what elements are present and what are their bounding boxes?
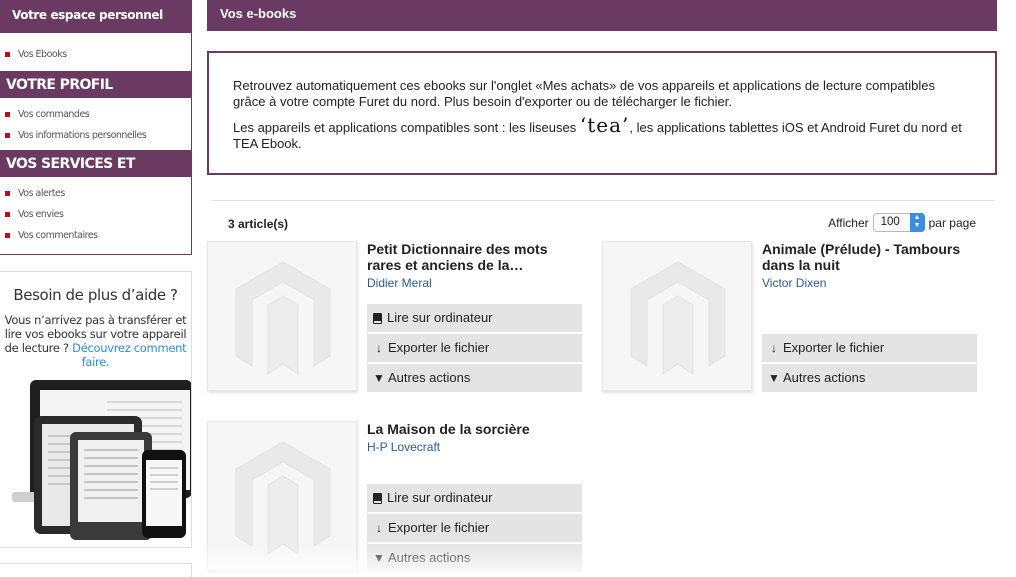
book-icon	[373, 492, 382, 504]
bullet-icon	[5, 112, 10, 117]
placeholder-logo-icon	[235, 441, 331, 555]
per-page-control: Afficher 100 ▲ ▼ par page	[828, 213, 976, 232]
info-text-2-start: Les appareils et applications compatible…	[233, 120, 577, 135]
sidebar-item-label: Vos commentaires	[18, 230, 98, 241]
per-page-label: par page	[928, 215, 976, 230]
profile-heading: VOTRE PROFIL	[0, 71, 191, 98]
sidebar-bottom-box	[0, 563, 192, 577]
help-title: Besoin de plus d’aide ?	[13, 286, 178, 304]
sidebar-item-label: Vos envies	[18, 209, 64, 220]
export-file-button[interactable]: ↓ Exporter le fichier	[367, 334, 582, 362]
product-title[interactable]: La Maison de la sorcière	[367, 421, 582, 437]
product-card: La Maison de la sorcière H-P Lovecraft L…	[207, 421, 587, 576]
button-label: Exporter le fichier	[783, 340, 885, 355]
per-page-value: 100	[880, 216, 900, 228]
sidebar-item-label: Vos alertes	[18, 188, 65, 199]
book-icon	[373, 312, 382, 324]
button-label: Lire sur ordinateur	[387, 490, 493, 505]
placeholder-logo-icon	[630, 261, 726, 375]
bullet-icon	[5, 133, 10, 138]
triangle-down-icon: ▼	[373, 551, 385, 565]
info-text-1: Retrouvez automatiquement ces ebooks sur…	[233, 78, 935, 109]
download-arrow-icon: ↓	[376, 521, 382, 535]
sidebar: Votre espace personnel Vos Ebooks VOTRE …	[0, 0, 192, 255]
sidebar-item-ebooks[interactable]: Vos Ebooks	[0, 44, 191, 65]
account-section: Votre espace personnel Vos Ebooks VOTRE …	[0, 0, 192, 255]
triangle-down-icon: ▼	[373, 371, 385, 385]
button-label: Autres actions	[388, 550, 471, 565]
bullet-icon	[5, 233, 10, 238]
product-thumbnail[interactable]	[207, 241, 357, 391]
export-file-button[interactable]: ↓ Exporter le fichier	[367, 514, 582, 542]
product-card: Animale (Prélude) - Tambours dans la nui…	[602, 241, 982, 396]
product-thumbnail[interactable]	[602, 241, 752, 391]
sidebar-item-wishlist[interactable]: Vos envies	[0, 204, 191, 225]
product-author[interactable]: Didier Meral	[367, 276, 432, 290]
sidebar-item-orders[interactable]: Vos commandes	[0, 104, 191, 125]
services-heading: VOS SERVICES ET PRÉFÉRENCES	[0, 150, 191, 200]
product-title[interactable]: Animale (Prélude) - Tambours dans la nui…	[762, 241, 977, 273]
help-link[interactable]: Découvrez comment faire.	[72, 341, 186, 369]
triangle-down-icon: ▼	[768, 371, 780, 385]
help-box[interactable]: Besoin de plus d’aide ? Vous n’arrivez p…	[0, 271, 192, 548]
tea-logo: ‘tea’	[579, 113, 630, 137]
devices-illustration	[12, 380, 191, 540]
sidebar-item-personal-info[interactable]: Vos informations personnelles	[0, 125, 191, 146]
more-actions-button[interactable]: ▼ Autres actions	[367, 544, 582, 572]
sidebar-item-label: Vos Ebooks	[18, 49, 67, 60]
bullet-icon	[5, 52, 10, 57]
sidebar-item-comments[interactable]: Vos commentaires	[0, 225, 191, 246]
button-label: Autres actions	[783, 370, 866, 385]
button-label: Exporter le fichier	[388, 340, 490, 355]
download-arrow-icon: ↓	[771, 341, 777, 355]
bullet-icon	[5, 212, 10, 217]
button-label: Exporter le fichier	[388, 520, 490, 535]
per-page-select[interactable]: 100 ▲ ▼	[872, 213, 925, 232]
placeholder-logo-icon	[235, 261, 331, 375]
show-label: Afficher	[828, 215, 869, 230]
bullet-icon	[5, 191, 10, 196]
page-title: Vos e-books	[207, 0, 997, 31]
download-arrow-icon: ↓	[376, 341, 382, 355]
more-actions-button[interactable]: ▼ Autres actions	[367, 364, 582, 392]
product-title[interactable]: Petit Dictionnaire des mots rares et anc…	[367, 241, 582, 273]
sidebar-item-alerts[interactable]: Vos alertes	[0, 183, 191, 204]
more-actions-button[interactable]: ▼ Autres actions	[762, 364, 977, 392]
select-arrows-icon: ▲ ▼	[909, 213, 925, 232]
divider	[212, 200, 995, 201]
button-label: Lire sur ordinateur	[387, 310, 493, 325]
button-label: Autres actions	[388, 370, 471, 385]
info-text-2: Les appareils et applications compatible…	[233, 115, 971, 152]
sidebar-item-label: Vos commandes	[18, 109, 90, 120]
sidebar-item-label: Vos informations personnelles	[18, 130, 147, 141]
article-count: 3 article(s)	[228, 217, 289, 231]
product-thumbnail[interactable]	[207, 421, 357, 571]
export-file-button[interactable]: ↓ Exporter le fichier	[762, 334, 977, 362]
read-on-computer-button[interactable]: Lire sur ordinateur	[367, 304, 582, 332]
read-on-computer-button[interactable]: Lire sur ordinateur	[367, 484, 582, 512]
product-card: Petit Dictionnaire des mots rares et anc…	[207, 241, 587, 396]
product-author[interactable]: Victor Dixen	[762, 276, 826, 290]
help-text: Vous n’arrivez pas à transférer et lire …	[0, 313, 191, 369]
product-author[interactable]: H-P Lovecraft	[367, 440, 440, 454]
account-heading: Votre espace personnel	[0, 0, 191, 33]
info-box: Retrouvez automatiquement ces ebooks sur…	[207, 51, 997, 175]
